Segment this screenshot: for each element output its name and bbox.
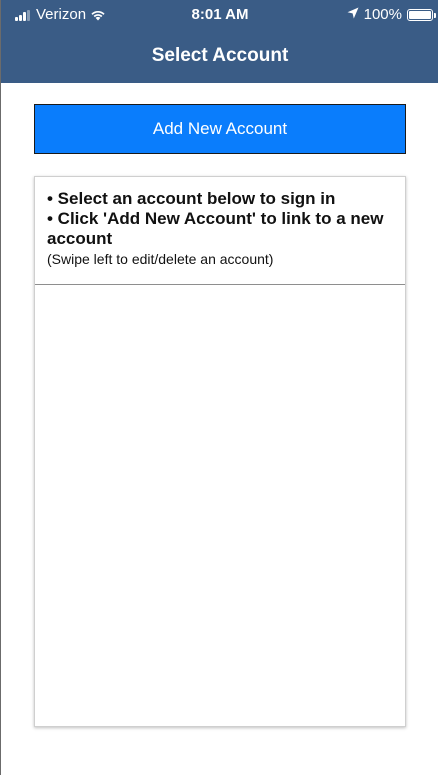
instructions: • Select an account below to sign in • C… [35,177,405,285]
location-arrow-icon [347,6,359,23]
add-new-account-button[interactable]: Add New Account [34,104,406,154]
battery-icon [407,8,436,21]
battery-percent: 100% [363,6,402,23]
account-list[interactable] [35,285,405,726]
instruction-select: • Select an account below to sign in [47,189,336,208]
page-title: Select Account [151,45,289,66]
instruction-swipe-note: (Swipe left to edit/delete an account) [47,251,274,267]
header: Verizon 8:01 AM 100% Select Account [1,0,438,83]
status-right: 100% [347,6,436,23]
accounts-panel: • Select an account below to sign in • C… [34,176,406,727]
status-bar: Verizon 8:01 AM 100% [1,0,438,28]
app-screen: Verizon 8:01 AM 100% Select Account Add … [0,0,438,775]
instruction-add: • Click 'Add New Account' to link to a n… [47,209,384,248]
